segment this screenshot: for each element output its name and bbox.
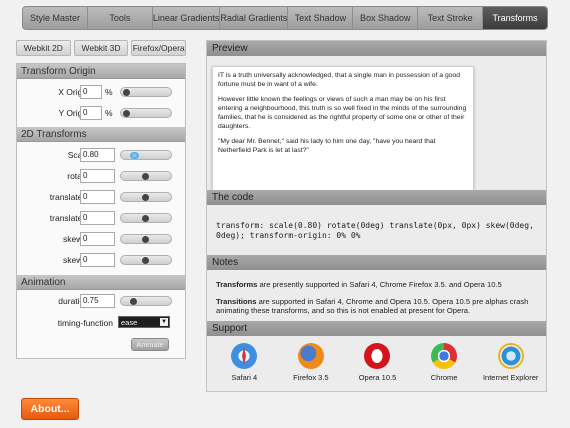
timing-function-row: timing-function ease ▼ bbox=[17, 316, 185, 330]
tab-text-shadow[interactable]: Text Shadow bbox=[288, 7, 354, 29]
preview-paragraph-2: However little known the feelings or vie… bbox=[218, 96, 467, 130]
rotate-input[interactable]: 0 bbox=[80, 169, 115, 183]
opera-icon bbox=[364, 343, 391, 369]
browser-firefox: Firefox 3.5 bbox=[278, 341, 345, 387]
x-origin-row: X Origin 0 % bbox=[17, 85, 185, 99]
slider-knob[interactable] bbox=[123, 110, 130, 117]
chevron-down-icon[interactable]: ▼ bbox=[160, 318, 168, 326]
ie-icon bbox=[497, 343, 524, 369]
x-origin-input[interactable]: 0 bbox=[80, 85, 102, 99]
translate-x-slider[interactable] bbox=[120, 192, 172, 202]
translate-y-slider[interactable] bbox=[120, 213, 172, 223]
x-origin-unit: % bbox=[105, 87, 113, 97]
preview-box: IT is a truth universally acknowledged, … bbox=[212, 66, 474, 196]
browser-safari: Safari 4 bbox=[211, 341, 278, 387]
slider-knob[interactable] bbox=[130, 152, 139, 159]
scale-input[interactable]: 0.80 bbox=[80, 148, 115, 162]
tab-tools[interactable]: Tools bbox=[88, 7, 153, 29]
note-transforms-bold: Transforms bbox=[216, 280, 258, 289]
slider-knob[interactable] bbox=[123, 89, 130, 96]
tab-firefox-opera[interactable]: Firefox/Opera bbox=[131, 40, 187, 56]
skew-x-row: skew x 0 bbox=[17, 232, 185, 246]
translate-y-input[interactable]: 0 bbox=[80, 211, 115, 225]
note-transitions-bold: Transitions bbox=[216, 297, 257, 306]
timing-function-value: ease bbox=[121, 318, 138, 327]
translate-x-input[interactable]: 0 bbox=[80, 190, 115, 204]
browser-engine-tabs: Webkit 2D Webkit 3D Firefox/Opera bbox=[16, 40, 187, 56]
y-origin-input[interactable]: 0 bbox=[80, 106, 102, 120]
slider-knob[interactable] bbox=[142, 236, 149, 243]
y-origin-slider[interactable] bbox=[120, 108, 172, 118]
tab-text-stroke[interactable]: Text Stroke bbox=[418, 7, 484, 29]
transform-origin-heading: Transform Origin bbox=[17, 64, 185, 79]
slider-knob[interactable] bbox=[142, 173, 149, 180]
scale-row: Scale 0.80 bbox=[17, 148, 185, 162]
rotate-slider[interactable] bbox=[120, 171, 172, 181]
skew-y-slider[interactable] bbox=[120, 255, 172, 265]
browser-ie: Internet Explorer bbox=[477, 341, 544, 387]
x-origin-slider[interactable] bbox=[120, 87, 172, 97]
preview-heading: Preview bbox=[207, 41, 546, 56]
slider-knob[interactable] bbox=[142, 215, 149, 222]
duration-input[interactable]: 0.75 bbox=[80, 294, 115, 308]
css-code: transform: scale(0.80) rotate(0deg) tran… bbox=[216, 221, 534, 240]
top-navigation: Style Master Tools Linear Gradients Radi… bbox=[22, 6, 548, 30]
2d-transforms-heading: 2D Transforms bbox=[17, 127, 185, 142]
slider-knob[interactable] bbox=[130, 298, 137, 305]
skew-y-row: skew y 0 bbox=[17, 253, 185, 267]
skew-x-slider[interactable] bbox=[120, 234, 172, 244]
browser-support-list: Safari 4 Firefox 3.5 Opera 10.5 Chrome I… bbox=[211, 341, 544, 387]
tab-box-shadow[interactable]: Box Shadow bbox=[353, 7, 419, 29]
skew-y-input[interactable]: 0 bbox=[80, 253, 115, 267]
y-origin-unit: % bbox=[105, 108, 113, 118]
tab-webkit-3d[interactable]: Webkit 3D bbox=[73, 40, 129, 56]
note-transitions-text: are supported in Safari 4, Chrome and Op… bbox=[216, 297, 529, 315]
preview-paragraph-1: IT is a truth universally acknowledged, … bbox=[218, 72, 461, 88]
timing-function-label: timing-function bbox=[57, 318, 113, 328]
note-transforms: Transforms are presently supported in Sa… bbox=[216, 280, 541, 289]
duration-slider[interactable] bbox=[120, 296, 172, 306]
notes-heading: Notes bbox=[207, 255, 546, 270]
translate-x-row: translate x 0 bbox=[17, 190, 185, 204]
support-heading: Support bbox=[207, 321, 546, 336]
browser-opera: Opera 10.5 bbox=[344, 341, 411, 387]
tab-transforms[interactable]: Transforms bbox=[483, 7, 547, 29]
duration-row: duration 0.75 bbox=[17, 294, 185, 308]
controls-panel: Transform Origin X Origin 0 % Y Origin 0… bbox=[16, 63, 186, 359]
slider-knob[interactable] bbox=[142, 257, 149, 264]
safari-icon bbox=[231, 343, 258, 369]
note-transitions: Transitions are supported in Safari 4, C… bbox=[216, 297, 541, 315]
chrome-icon bbox=[431, 343, 458, 369]
browser-name: Internet Explorer bbox=[482, 373, 539, 382]
preview-paragraph-3: "My dear Mr. Bennet," said his lady to h… bbox=[218, 138, 436, 154]
about-button[interactable]: About... bbox=[21, 398, 79, 420]
rotate-row: rotate 0 bbox=[17, 169, 185, 183]
browser-name: Opera 10.5 bbox=[358, 373, 397, 382]
slider-knob[interactable] bbox=[142, 194, 149, 201]
y-origin-row: Y Origin 0 % bbox=[17, 106, 185, 120]
translate-y-row: translate y 0 bbox=[17, 211, 185, 225]
firefox-icon bbox=[297, 343, 324, 369]
note-transforms-text: are presently supported in Safari 4, Chr… bbox=[257, 280, 502, 289]
animate-button[interactable]: Animate bbox=[131, 338, 169, 351]
browser-name: Firefox 3.5 bbox=[293, 373, 329, 382]
animation-heading: Animation bbox=[17, 275, 185, 290]
code-heading: The code bbox=[207, 190, 546, 205]
timing-function-select[interactable]: ease ▼ bbox=[118, 316, 170, 328]
tab-linear-gradients[interactable]: Linear Gradients bbox=[153, 7, 221, 29]
browser-name: Safari 4 bbox=[231, 373, 258, 382]
tab-radial-gradients[interactable]: Radial Gradients bbox=[220, 7, 289, 29]
skew-x-input[interactable]: 0 bbox=[80, 232, 115, 246]
tab-webkit-2d[interactable]: Webkit 2D bbox=[16, 40, 71, 56]
browser-chrome: Chrome bbox=[411, 341, 478, 387]
tab-style-master[interactable]: Style Master bbox=[23, 7, 88, 29]
scale-slider[interactable] bbox=[120, 150, 172, 160]
output-panel: Preview IT is a truth universally acknow… bbox=[206, 40, 547, 392]
browser-name: Chrome bbox=[430, 373, 458, 382]
